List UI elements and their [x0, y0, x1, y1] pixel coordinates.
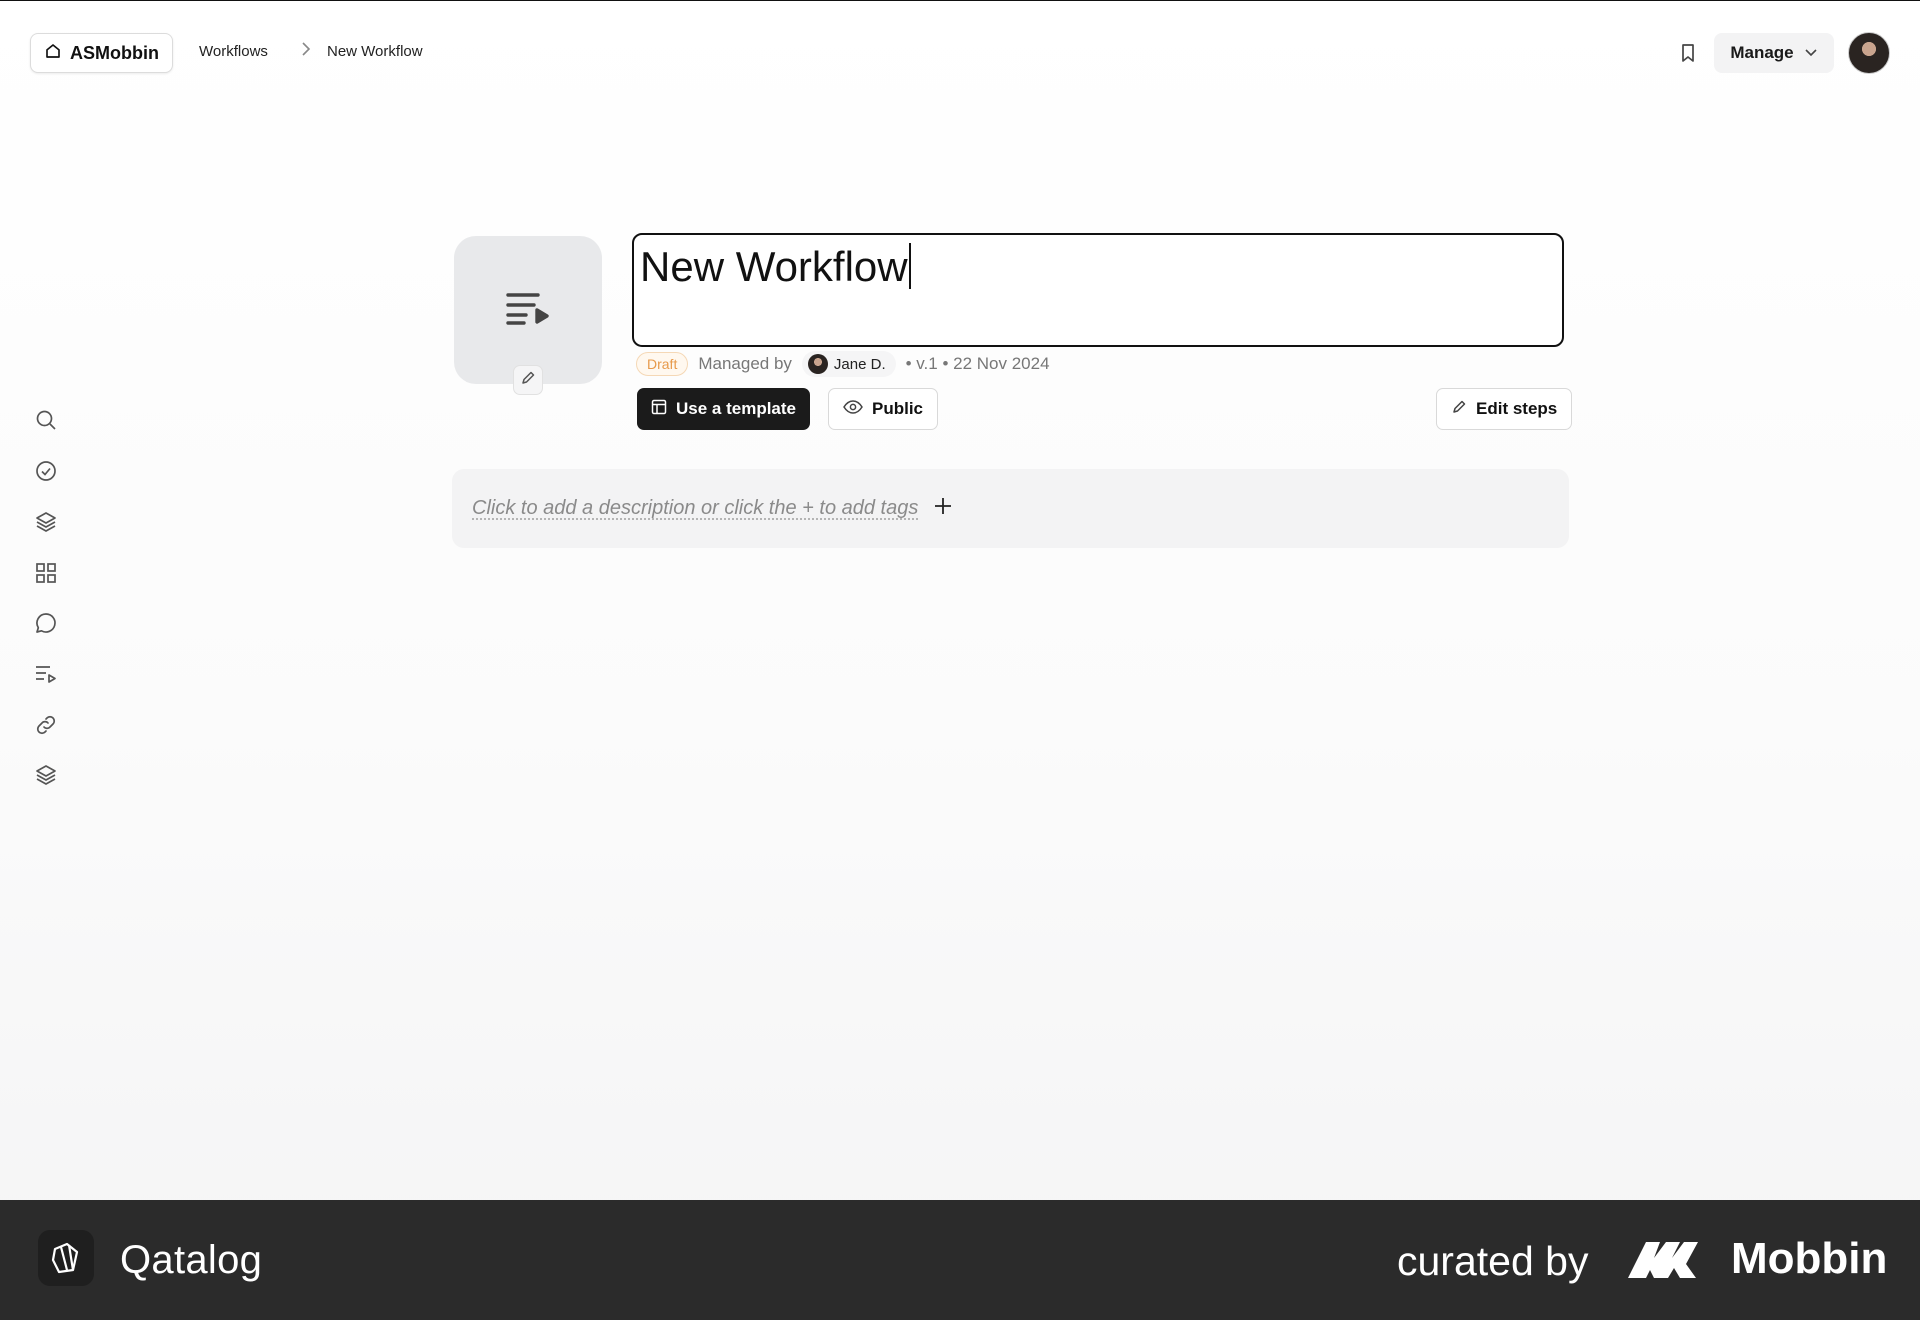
- template-icon: [651, 399, 667, 420]
- visibility-label: Public: [872, 399, 924, 418]
- grid-icon[interactable]: [33, 560, 59, 586]
- search-icon[interactable]: [33, 407, 59, 433]
- check-circle-icon[interactable]: [33, 458, 59, 484]
- text-caret: [908, 243, 911, 289]
- pencil-icon: [520, 370, 536, 391]
- layers-icon[interactable]: [33, 762, 59, 788]
- owner-name: Jane D.: [833, 355, 886, 373]
- workspace-home-button[interactable]: ASMobbin: [30, 33, 173, 73]
- curated-by-text: curated by: [1397, 1238, 1589, 1284]
- version-date: • v.1 • 22 Nov 2024: [905, 354, 1050, 373]
- chevron-down-icon: [1804, 43, 1818, 63]
- managed-by-label: Managed by: [698, 354, 792, 373]
- playlist-icon: [505, 290, 551, 331]
- status-badge: Draft: [636, 352, 689, 376]
- breadcrumb-current: New Workflow: [327, 43, 423, 60]
- chevron-right-icon: [300, 40, 312, 63]
- top-header: ASMobbin Workflows New Workflow Manage: [0, 0, 1920, 106]
- layers-icon[interactable]: [33, 509, 59, 535]
- edit-thumbnail-button[interactable]: [513, 365, 543, 395]
- home-icon: [44, 42, 62, 65]
- workflow-meta: Draft Managed by Jane D. • v.1 • 22 Nov …: [636, 351, 1050, 377]
- manage-label: Manage: [1730, 43, 1794, 62]
- qatalog-logo-icon: [38, 1230, 94, 1286]
- user-avatar[interactable]: [1848, 32, 1890, 74]
- footer-brand: Qatalog: [120, 1238, 263, 1282]
- breadcrumb-workflows[interactable]: Workflows: [199, 43, 268, 60]
- description-placeholder[interactable]: Click to add a description or click the …: [472, 497, 918, 520]
- mobbin-logo-icon: [1626, 1238, 1718, 1285]
- chat-bubble-icon[interactable]: [33, 610, 59, 636]
- playlist-icon[interactable]: [33, 661, 59, 687]
- visibility-button[interactable]: Public: [828, 388, 939, 430]
- owner-avatar: [807, 354, 828, 374]
- workspace-label: ASMobbin: [70, 42, 159, 63]
- footer-curator: Mobbin: [1731, 1234, 1888, 1283]
- edit-steps-label: Edit steps: [1476, 399, 1558, 418]
- footer-banner: Qatalog curated by Mobbin: [0, 1200, 1920, 1320]
- edit-steps-button[interactable]: Edit steps: [1436, 388, 1573, 430]
- add-tag-icon[interactable]: [932, 495, 954, 522]
- description-area[interactable]: Click to add a description or click the …: [452, 469, 1569, 548]
- workflow-title-input[interactable]: New Workflow: [632, 233, 1564, 347]
- workflow-thumbnail[interactable]: [454, 236, 602, 384]
- manage-dropdown[interactable]: Manage: [1714, 33, 1834, 73]
- eye-icon: [843, 399, 863, 419]
- link-icon[interactable]: [33, 712, 59, 738]
- use-template-button[interactable]: Use a template: [637, 388, 810, 430]
- bookmark-icon[interactable]: [1678, 42, 1698, 69]
- use-template-label: Use a template: [676, 399, 796, 418]
- owner-chip[interactable]: Jane D.: [801, 351, 896, 377]
- pencil-icon: [1451, 399, 1467, 420]
- workflow-title-text: New Workflow: [640, 243, 908, 290]
